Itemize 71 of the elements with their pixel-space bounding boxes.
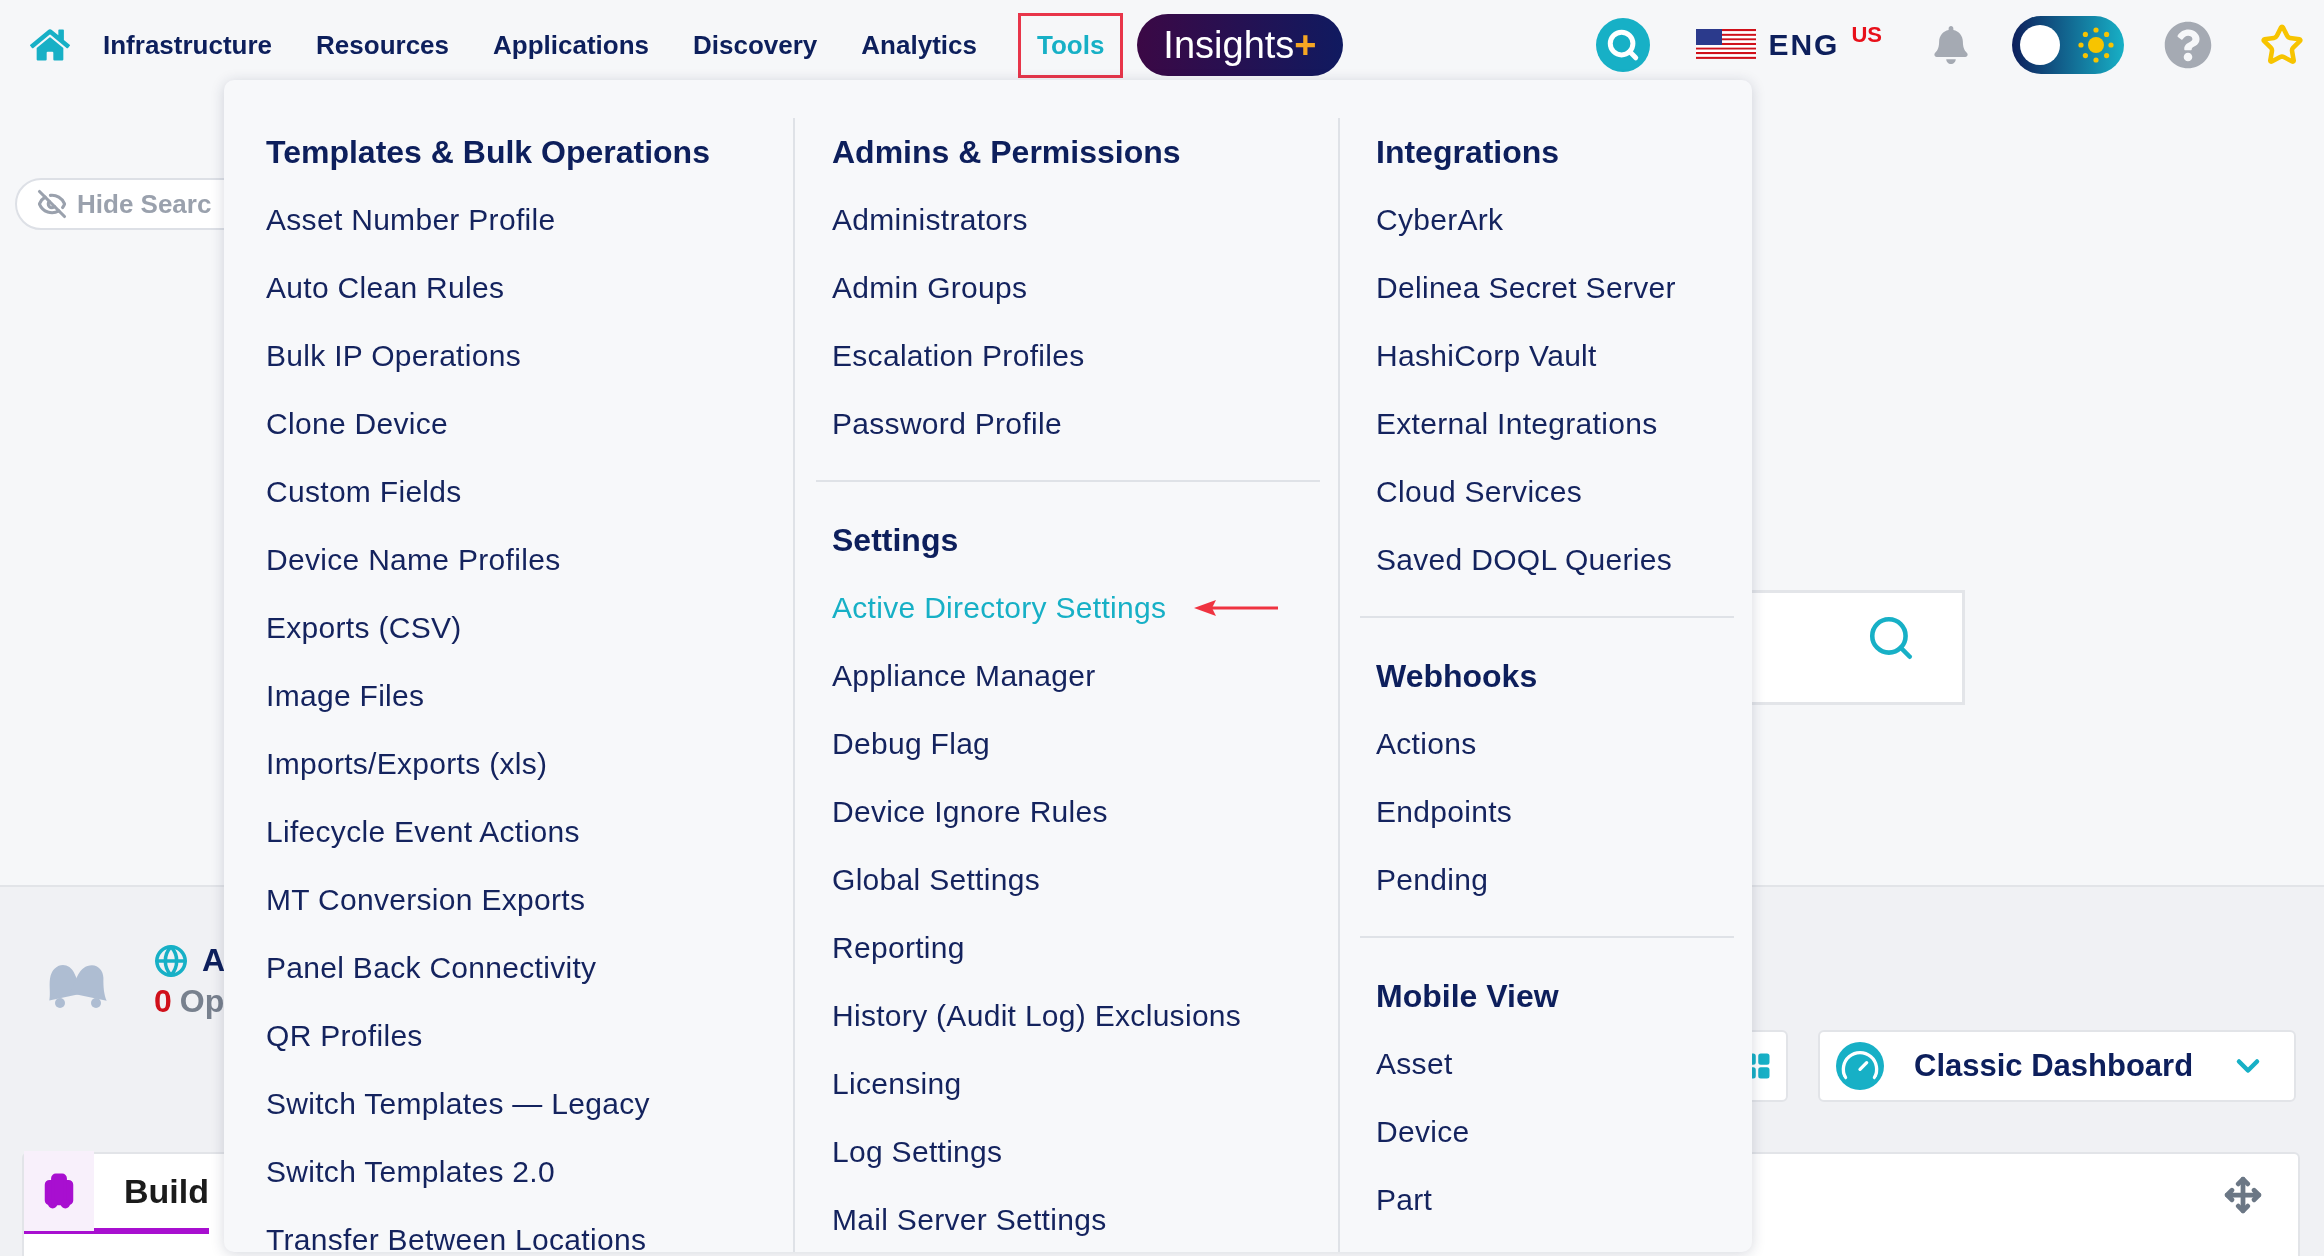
menu-item[interactable]: Transfer Between Locations [266,1223,647,1252]
menu-item[interactable]: Switch Templates 2.0 [266,1155,555,1189]
theme-toggle[interactable] [2012,16,2124,74]
star-icon[interactable] [2260,23,2304,67]
menu-item[interactable]: Device Name Profiles [266,543,561,577]
nav-item[interactable]: Resources [313,12,452,78]
menu-item[interactable]: External Integrations [1376,407,1658,441]
move-icon[interactable] [2224,1176,2262,1214]
help-icon[interactable] [2164,21,2212,69]
menu-heading: Integrations [1376,132,1561,172]
gauge-icon [1836,1042,1884,1090]
menu-heading: Webhooks [1376,656,1539,696]
menu-item[interactable]: Saved DOQL Queries [1376,543,1673,577]
nav-item[interactable]: Infrastructure [100,12,276,78]
menu-item[interactable]: Panel Back Connectivity [266,951,597,985]
menu-item[interactable]: Asset [1376,1047,1453,1081]
menu-item[interactable]: MT Conversion Exports [266,883,586,917]
menu-item[interactable]: Delinea Secret Server [1376,271,1676,305]
menu-item[interactable]: Debug Flag [832,727,991,761]
menu-item[interactable]: Part [1376,1183,1433,1217]
menu-item[interactable]: Endpoints [1376,795,1513,829]
menu-item[interactable]: Actions [1376,727,1477,761]
menu-item[interactable]: Log Settings [832,1135,1003,1169]
nav-item[interactable]: Applications [490,12,653,78]
menu-item[interactable]: Password Profile [832,407,1062,441]
menu-item[interactable]: History (Audit Log) Exclusions [832,999,1242,1033]
alert-title: A [202,942,226,979]
build-tab[interactable]: Build [24,1154,209,1234]
globe-icon [154,943,188,978]
menu-item[interactable]: Imports/Exports (xls) [266,747,548,781]
menu-item[interactable]: Escalation Profiles [832,339,1085,373]
menu-item[interactable]: Licensing [832,1067,962,1101]
menu-item[interactable]: Global Settings [832,863,1040,897]
eye-off-icon [37,189,67,219]
search-icon [1606,28,1641,62]
menu-heading: Templates & Bulk Operations [266,132,711,172]
menu-item[interactable]: Asset Number Profile [266,203,556,237]
menu-item[interactable]: Appliance Manager [832,659,1096,693]
menu-heading: Mobile View [1376,976,1560,1016]
menu-item[interactable]: Device Ignore Rules [832,795,1108,829]
insights-button[interactable]: Insights+ [1137,14,1343,76]
nav-item[interactable]: Analytics [858,12,980,78]
bell-icon[interactable] [1932,26,1970,64]
menu-item[interactable]: Pending [1376,863,1489,897]
menu-item[interactable]: Mail Server Settings [832,1203,1107,1237]
menu-heading: Admins & Permissions [832,132,1182,172]
menu-item[interactable]: CyberArk [1376,203,1504,237]
menu-item[interactable]: Clone Device [266,407,449,441]
menu-heading: Settings [832,520,960,560]
dashboard-select[interactable]: Classic Dashboard [1818,1030,2296,1102]
alert-label: Op [179,983,225,1020]
menu-item[interactable]: Custom Fields [266,475,462,509]
us-flag-icon [1696,29,1757,61]
search-button[interactable] [1596,18,1651,72]
menu-item[interactable]: Exports (CSV) [266,611,462,645]
alert-count: 0 [154,983,172,1020]
menu-item[interactable]: Bulk IP Operations [266,339,521,373]
menu-item[interactable]: QR Profiles [266,1019,423,1053]
menu-item[interactable]: Reporting [832,931,965,965]
menu-item[interactable]: Cloud Services [1376,475,1582,509]
menu-item[interactable]: Lifecycle Event Actions [266,815,580,849]
menu-item[interactable]: Device [1376,1115,1470,1149]
menu-item[interactable]: Switch Templates — Legacy [266,1087,650,1121]
menu-item[interactable]: Administrators [832,203,1028,237]
menu-item[interactable]: Auto Clean Rules [266,271,505,305]
menu-item[interactable]: Admin Groups [832,271,1028,305]
menu-item[interactable]: HashiCorp Vault [1376,339,1597,373]
sun-icon [2076,25,2116,65]
menu-item[interactable]: Image Files [266,679,425,713]
language-code: ENG [1768,28,1840,62]
nav-item[interactable]: Discovery [690,12,821,78]
